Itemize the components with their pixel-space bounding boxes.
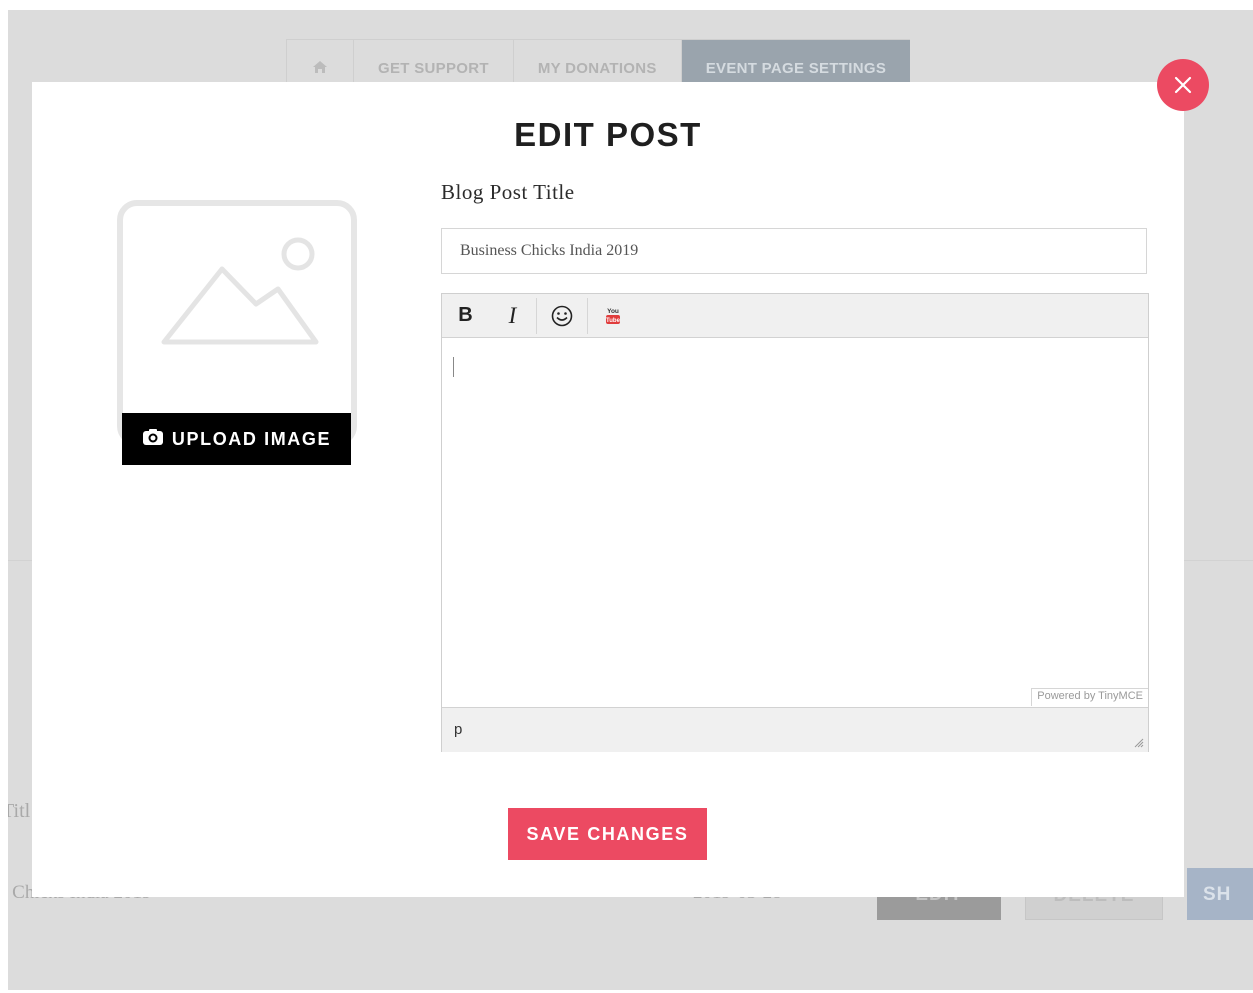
smiley-icon (551, 305, 573, 326)
resize-handle-icon[interactable] (1134, 738, 1144, 748)
close-icon (1174, 76, 1192, 94)
camera-icon (142, 428, 164, 451)
rich-text-editor: B I You Tube Powered by TinyMCE p (441, 293, 1149, 752)
editor-content-area[interactable] (442, 339, 1148, 705)
editor-toolbar: B I You Tube (442, 294, 1148, 338)
powered-by-tinymce[interactable]: Powered by TinyMCE (1031, 688, 1148, 706)
upload-image-label: UPLOAD IMAGE (171, 428, 332, 449)
save-changes-button[interactable]: SAVE CHANGES (508, 808, 707, 860)
close-button[interactable] (1157, 59, 1209, 111)
image-placeholder-icon (161, 237, 319, 345)
svg-text:You: You (607, 308, 619, 315)
image-placeholder[interactable] (117, 200, 357, 446)
italic-button[interactable]: I (489, 294, 536, 338)
home-icon (313, 61, 327, 73)
svg-text:Tube: Tube (606, 318, 621, 324)
blog-post-title-label: Blog Post Title (441, 180, 575, 204)
emoticons-button[interactable] (537, 294, 587, 338)
background-share-button: SH (1187, 868, 1253, 920)
modal-title: EDIT POST (514, 116, 702, 153)
text-caret (453, 357, 454, 377)
blog-post-title-input[interactable] (441, 228, 1147, 274)
editor-statusbar: p (442, 707, 1148, 752)
youtube-button[interactable]: You Tube (588, 294, 638, 338)
element-path[interactable]: p (454, 721, 462, 738)
bold-button[interactable]: B (442, 294, 489, 338)
background-column-title: Titl (8, 800, 31, 822)
edit-post-modal: EDIT POST UPLOAD IMAGE Blog Post Title B… (32, 82, 1184, 897)
youtube-icon: You Tube (606, 308, 621, 324)
upload-image-button[interactable]: UPLOAD IMAGE (122, 413, 351, 465)
